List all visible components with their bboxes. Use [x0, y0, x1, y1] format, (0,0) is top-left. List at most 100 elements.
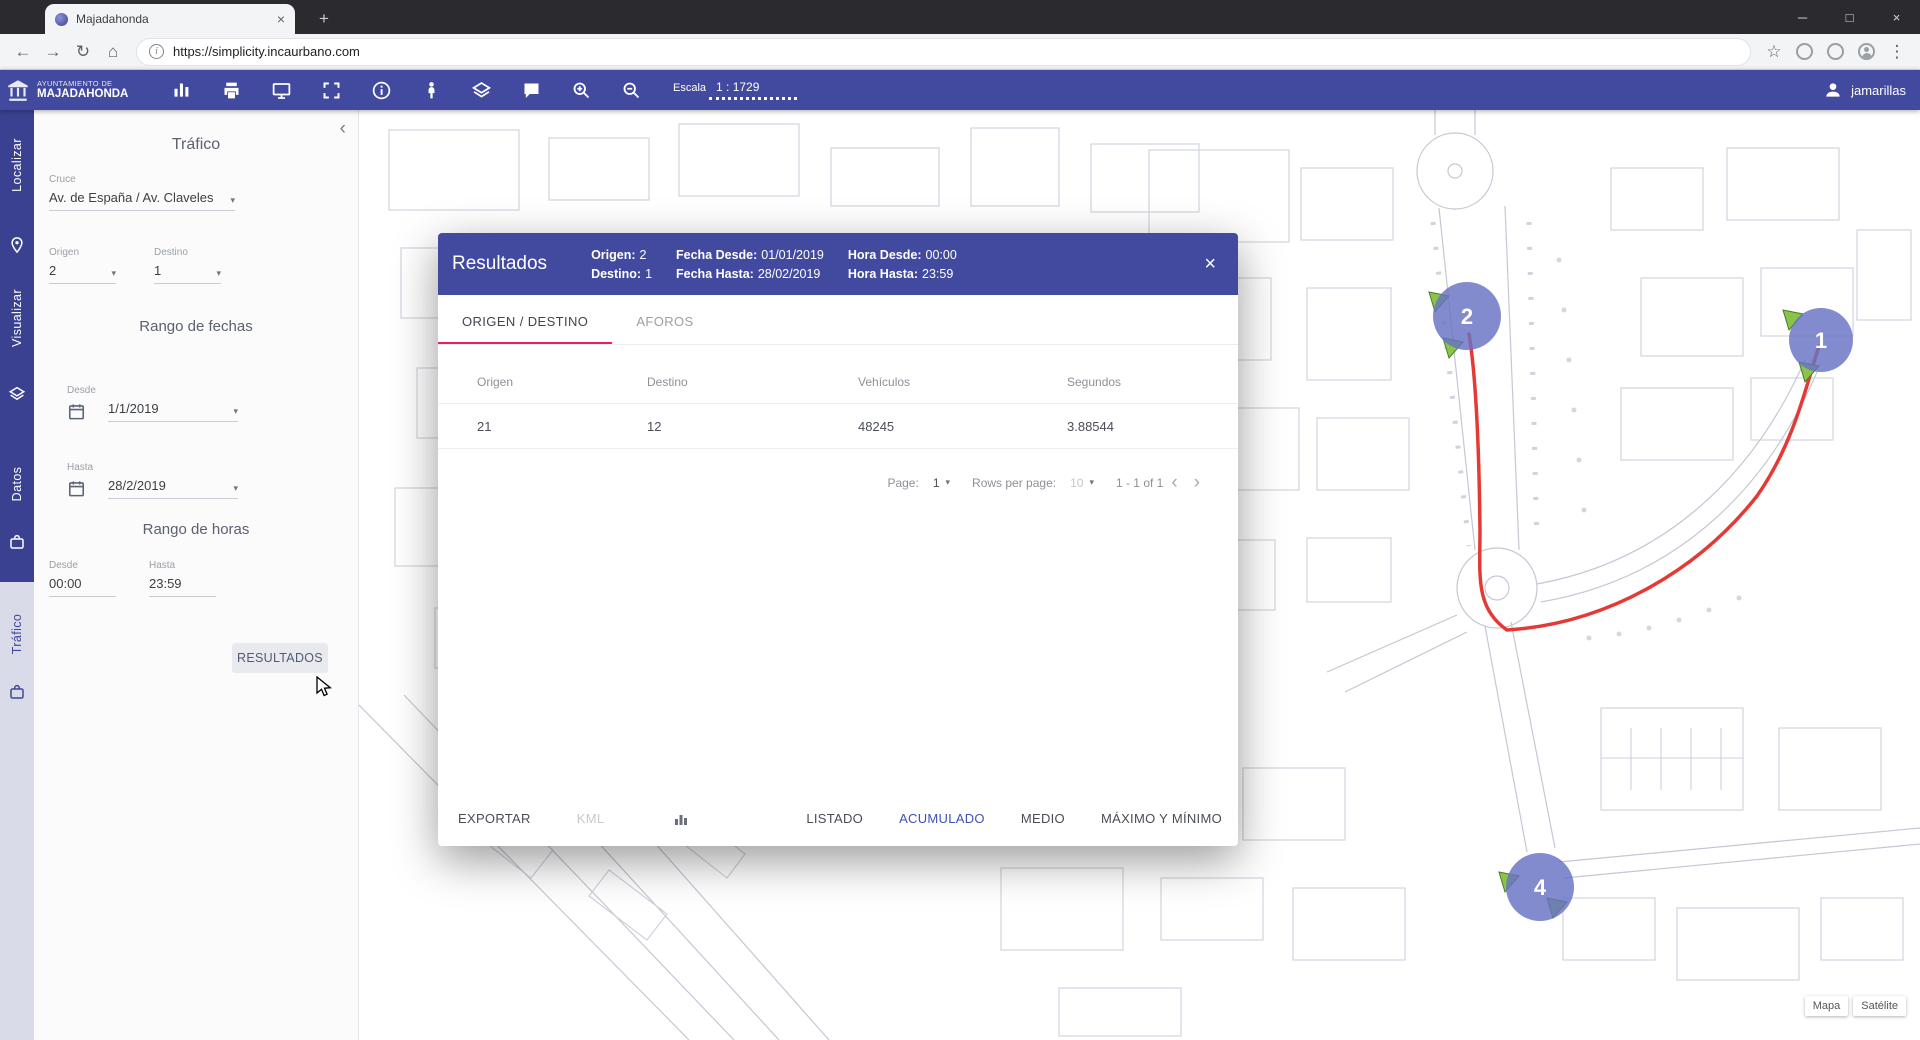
rail-item-visualizar[interactable]: Visualizar [10, 289, 24, 347]
minimize-button[interactable]: ─ [1779, 0, 1826, 34]
chart-view-icon[interactable] [674, 812, 688, 826]
forward-icon[interactable]: → [38, 37, 68, 67]
site-info-icon[interactable]: i [149, 44, 164, 59]
logo-majadahonda: AYUNTAMIENTO DE MAJADAHONDA [0, 77, 158, 103]
fecha-desde-field[interactable]: Desde 1/1/2019 ▾ [67, 385, 243, 422]
tab-origen-destino[interactable]: ORIGEN / DESTINO [438, 295, 612, 344]
trafico-panel: ‹ Tráfico Cruce Av. de España / Av. Clav… [34, 110, 359, 1040]
rail-item-trafico[interactable]: Tráfico [10, 614, 24, 655]
chat-icon[interactable] [520, 79, 543, 102]
next-page-icon[interactable]: › [1194, 473, 1200, 492]
tab-close-icon[interactable]: × [277, 12, 285, 26]
info-icon[interactable] [370, 79, 393, 102]
extension-icon[interactable] [1827, 43, 1844, 60]
marker-4[interactable]: 4 [1506, 853, 1574, 921]
kml-button[interactable]: KML [577, 811, 605, 826]
destino-select[interactable]: Destino 1 ▾ [154, 247, 221, 284]
tab-title: Majadahonda [76, 12, 269, 26]
listado-button[interactable]: LISTADO [806, 811, 863, 826]
scale-bar [709, 97, 797, 100]
rail-item-datos[interactable]: Datos [10, 467, 24, 502]
table-row[interactable]: 21 12 48245 3.88544 [438, 403, 1238, 449]
bookmark-star-icon[interactable]: ☆ [1759, 37, 1789, 67]
query-summary: Origen:2 Destino:1 Fecha Desde:01/01/201… [591, 248, 957, 281]
svg-text:2: 2 [1461, 304, 1473, 329]
new-tab-button[interactable]: + [312, 9, 336, 29]
summary-value: 00:00 [926, 248, 957, 262]
browser-titlebar: Majadahonda × + ─ □ × [0, 0, 1920, 34]
home-icon[interactable]: ⌂ [98, 37, 128, 67]
side-rail: Localizar Visualizar Datos Tráfico [0, 110, 34, 1040]
hora-hasta-field[interactable]: Hasta 23:59 [149, 560, 216, 597]
horas-section-title: Rango de horas [34, 521, 358, 538]
cell-destino: 12 [647, 419, 858, 434]
print-icon[interactable] [220, 79, 243, 102]
page-select[interactable]: 1 ▾ [933, 476, 950, 490]
chart-icon[interactable] [170, 79, 193, 102]
summary-label: Fecha Desde: [676, 248, 757, 262]
rail-item-localizar[interactable]: Localizar [10, 138, 24, 192]
exportar-button[interactable]: EXPORTAR [458, 811, 531, 826]
scale-indicator: Escala 1 : 1729 [673, 80, 797, 100]
marker-1[interactable]: 1 [1789, 308, 1853, 372]
collapse-panel-icon[interactable]: ‹ [340, 118, 346, 140]
map-type-satellite-button[interactable]: Satélite [1853, 996, 1906, 1016]
bag-trafico-icon[interactable] [8, 683, 26, 701]
profile-avatar-icon[interactable] [1858, 43, 1875, 60]
panel-title: Tráfico [34, 136, 358, 154]
fecha-desde-value: 1/1/2019 [108, 401, 233, 416]
username: jamarillas [1851, 83, 1906, 98]
desde-label: Desde [67, 385, 243, 396]
bag-icon[interactable] [8, 533, 26, 551]
cell-vehiculos: 48245 [858, 419, 1067, 434]
fecha-hasta-field[interactable]: Hasta 28/2/2019 ▾ [67, 462, 243, 499]
fecha-hasta-value: 28/2/2019 [108, 478, 233, 493]
close-modal-icon[interactable]: × [1204, 254, 1216, 274]
layers-rail-icon[interactable] [8, 385, 26, 403]
resultados-button[interactable]: RESULTADOS [232, 643, 328, 673]
cruce-select[interactable]: Cruce Av. de España / Av. Claveles ▾ [49, 174, 235, 211]
summary-value: 01/01/2019 [761, 248, 824, 262]
marker-2[interactable]: 2 [1433, 282, 1501, 350]
medio-button[interactable]: MEDIO [1021, 811, 1065, 826]
reload-icon[interactable]: ↻ [68, 37, 98, 67]
maximo-minimo-button[interactable]: MÁXIMO Y MÍNIMO [1101, 811, 1222, 826]
prev-page-icon[interactable]: ‹ [1171, 473, 1177, 492]
pin-icon[interactable] [8, 236, 26, 254]
hora-desde-value: 00:00 [49, 576, 116, 597]
summary-value: 1 [645, 267, 652, 281]
fullscreen-icon[interactable] [320, 79, 343, 102]
cruce-value: Av. de España / Av. Claveles [49, 190, 230, 205]
maximize-button[interactable]: □ [1826, 0, 1873, 34]
extension-icon[interactable] [1796, 43, 1813, 60]
origen-select[interactable]: Origen 2 ▾ [49, 247, 116, 284]
close-window-button[interactable]: × [1873, 0, 1920, 34]
rows-per-page-select[interactable]: 10 ▾ [1070, 476, 1094, 490]
map-type-map-button[interactable]: Mapa [1805, 996, 1849, 1016]
fechas-section-title: Rango de fechas [34, 318, 358, 335]
acumulado-button[interactable]: ACUMULADO [899, 811, 985, 826]
calendar-icon[interactable] [67, 479, 86, 498]
browser-tab[interactable]: Majadahonda × [45, 4, 295, 34]
caret-down-icon: ▾ [946, 478, 951, 487]
app-header: AYUNTAMIENTO DE MAJADAHONDA [0, 70, 1920, 110]
calendar-icon[interactable] [67, 402, 86, 421]
browser-toolbar: ← → ↻ ⌂ i https://simplicity.incaurbano.… [0, 34, 1920, 70]
zoom-in-icon[interactable] [570, 79, 593, 102]
caret-down-icon: ▾ [233, 407, 238, 416]
layers-icon[interactable] [470, 79, 493, 102]
address-bar[interactable]: i https://simplicity.incaurbano.com [136, 38, 1751, 66]
screen: Majadahonda × + ─ □ × ← → ↻ ⌂ i https://… [0, 0, 1920, 1040]
summary-label: Origen: [591, 248, 635, 262]
app-toolbar [170, 79, 643, 102]
user-menu[interactable]: jamarillas [1823, 80, 1920, 100]
street-view-icon[interactable] [420, 79, 443, 102]
browser-menu-icon[interactable]: ⋮ [1882, 37, 1912, 67]
tab-aforos[interactable]: AFOROS [612, 295, 717, 344]
summary-label: Hora Hasta: [848, 267, 918, 281]
hora-desde-field[interactable]: Desde 00:00 [49, 560, 116, 597]
org-name-line2: MAJADAHONDA [37, 88, 128, 101]
zoom-out-icon[interactable] [620, 79, 643, 102]
monitor-icon[interactable] [270, 79, 293, 102]
back-icon[interactable]: ← [8, 37, 38, 67]
